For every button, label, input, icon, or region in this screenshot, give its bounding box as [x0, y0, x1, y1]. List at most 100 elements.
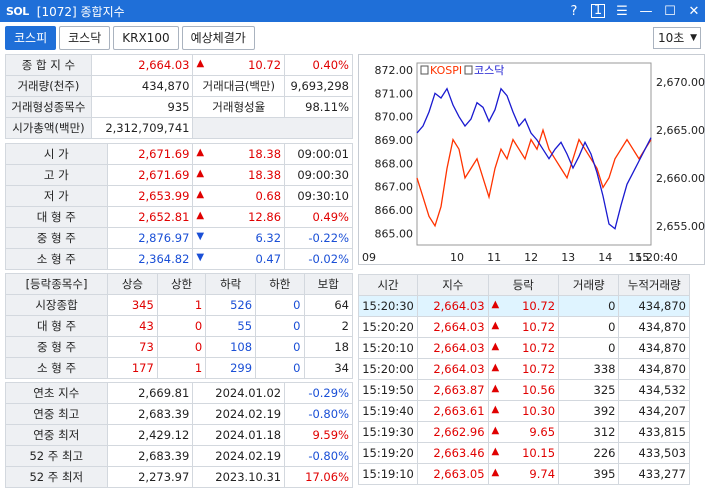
- breadth-up: 43: [107, 315, 158, 337]
- up-arrow-icon: ▲: [491, 299, 500, 310]
- tick-change-value: 10.72: [522, 341, 556, 355]
- breadth-down: 526: [205, 294, 257, 316]
- yearly-pct: -0.80%: [284, 445, 353, 467]
- breadth-header: [등락종목수] 상승 상한 하락 하한 보합: [5, 273, 353, 295]
- tick-change: ▲ 9.74: [487, 463, 560, 485]
- ohlc-value: 2,653.99: [106, 185, 194, 207]
- tick-index: 2,664.03: [417, 358, 489, 380]
- tick-volume: 0: [558, 337, 620, 359]
- ohlc-change: ▲ 0.68: [192, 185, 286, 207]
- breadth-row: 중 형 주 73 0 108 0 18: [5, 336, 353, 358]
- yearly-label: 연중 최고: [5, 403, 108, 425]
- left-tick-label: 869.00: [375, 134, 414, 147]
- left-tick-label: 870.00: [375, 111, 414, 124]
- tick-time: 15:20:00: [357, 358, 419, 380]
- tab-kospi[interactable]: 코스피: [5, 26, 57, 50]
- ohlc-change-value: 0.68: [255, 189, 282, 203]
- ohlc-row: 고 가 2,671.69 ▲ 18.38 09:00:30: [5, 164, 353, 186]
- right-tick-label: 2,665.00: [656, 124, 705, 137]
- tick-change-value: 10.15: [522, 446, 556, 460]
- breadth-down: 299: [205, 357, 257, 379]
- x-tick-label: 13: [561, 251, 575, 264]
- tick-cumulative: 434,870: [618, 358, 690, 380]
- ohlc-change-value: 0.47: [255, 252, 282, 266]
- traded-count-value: 935: [90, 96, 194, 118]
- tick-row: 15:19:10 2,663.05 ▲ 9.74 395 433,277: [357, 463, 690, 485]
- up-arrow-icon: ▲: [491, 383, 500, 394]
- breadth-row: 시장종합 345 1 526 0 64: [5, 294, 353, 316]
- ohlc-value: 2,671.69: [106, 164, 194, 186]
- right-tick-label: 2,660.00: [656, 172, 705, 185]
- left-tick-label: 868.00: [375, 157, 414, 170]
- tick-header-cell: 지수: [417, 274, 489, 296]
- tick-time: 15:19:10: [357, 463, 419, 485]
- breadth-up: 345: [107, 294, 158, 316]
- maximize-icon[interactable]: ☐: [663, 4, 677, 19]
- breadth-header-cell: 하한: [255, 273, 305, 295]
- tick-cumulative: 434,870: [618, 316, 690, 338]
- intraday-chart[interactable]: 872.00 871.00 870.00 869.00 868.00 867.00 866.…: [358, 54, 705, 265]
- tab-expected[interactable]: 예상체결가: [181, 26, 255, 50]
- tick-time: 15:20:20: [357, 316, 419, 338]
- ohlc-change: ▼ 0.47: [192, 248, 286, 270]
- summary-label: 거래형성종목수: [5, 96, 92, 118]
- left-tick-label: 872.00: [375, 64, 414, 77]
- ohlc-change: ▲ 12.86: [192, 206, 286, 228]
- menu-icon[interactable]: ☰: [615, 4, 629, 19]
- help-icon[interactable]: ?: [567, 4, 581, 19]
- ohlc-label: 저 가: [5, 185, 108, 207]
- tick-row: 15:20:30 2,664.03 ▲ 10.72 0 434,870: [357, 295, 690, 317]
- ohlc-change-value: 12.86: [248, 210, 282, 224]
- left-tick-label: 871.00: [375, 87, 414, 100]
- down-arrow-icon: ▼: [196, 231, 205, 242]
- tick-row: 15:20:20 2,664.03 ▲ 10.72 0 434,870: [357, 316, 690, 338]
- ohlc-change: ▲ 18.38: [192, 164, 286, 186]
- tick-index: 2,662.96: [417, 421, 489, 443]
- x-tick-label: 15:20:40: [628, 251, 677, 264]
- tick-change: ▲ 10.72: [487, 316, 560, 338]
- tick-time: 15:20:10: [357, 337, 419, 359]
- breadth-header-cell: 상승: [107, 273, 158, 295]
- tick-volume: 325: [558, 379, 620, 401]
- tick-time: 15:19:40: [357, 400, 419, 422]
- left-tick-label: 866.00: [375, 204, 414, 217]
- ohlc-value: 2,364.82: [106, 248, 194, 270]
- yearly-label: 연중 최저: [5, 424, 108, 446]
- x-tick-label: 09: [362, 251, 376, 264]
- ohlc-table: 시 가 2,671.69 ▲ 18.38 09:00:01 고 가 2,671.69 ▲ 18.…: [5, 143, 353, 270]
- tick-volume: 338: [558, 358, 620, 380]
- minimize-icon[interactable]: —: [639, 4, 653, 19]
- yearly-label: 52 주 최고: [5, 445, 108, 467]
- up-arrow-icon: ▲: [196, 147, 205, 158]
- index-pct: 0.40%: [284, 54, 353, 76]
- tick-cumulative: 434,870: [618, 337, 690, 359]
- interval-select[interactable]: 10초 ▼: [653, 27, 701, 49]
- tab-kosdaq[interactable]: 코스닥: [59, 26, 111, 50]
- screen-number-icon[interactable]: 1: [591, 4, 605, 18]
- yearly-row: 52 주 최저 2,273.97 2023.10.31 17.06%: [5, 466, 353, 488]
- legend-icon: [420, 65, 429, 75]
- left-tick-label: 865.00: [375, 227, 414, 240]
- yearly-label: 52 주 최저: [5, 466, 108, 488]
- close-icon[interactable]: ✕: [687, 4, 701, 19]
- yearly-value: 2,669.81: [106, 382, 194, 404]
- tab-krx100[interactable]: KRX100: [113, 26, 179, 50]
- up-arrow-icon: ▲: [196, 58, 205, 69]
- tick-change-value: 9.65: [529, 425, 556, 439]
- breadth-uplimit: 1: [156, 357, 207, 379]
- x-tick-label: 10: [450, 251, 464, 264]
- up-arrow-icon: ▲: [491, 341, 500, 352]
- breadth-row: 소 형 주 177 1 299 0 34: [5, 357, 353, 379]
- up-arrow-icon: ▲: [491, 404, 500, 415]
- yearly-date: 2024.01.18: [192, 424, 286, 446]
- chevron-down-icon: ▼: [690, 33, 697, 43]
- summary-label: 거래량(천주): [5, 75, 92, 97]
- breadth-header-cell: 하락: [205, 273, 257, 295]
- breadth-table: [등락종목수] 상승 상한 하락 하한 보합 시장종합 345 1 526 0 64 대 형…: [5, 273, 353, 379]
- tick-cumulative: 434,207: [618, 400, 690, 422]
- x-tick-label: 14: [598, 251, 612, 264]
- tick-volume: 0: [558, 295, 620, 317]
- tick-volume: 0: [558, 316, 620, 338]
- ohlc-time: 0.49%: [284, 206, 353, 228]
- tick-volume: 395: [558, 463, 620, 485]
